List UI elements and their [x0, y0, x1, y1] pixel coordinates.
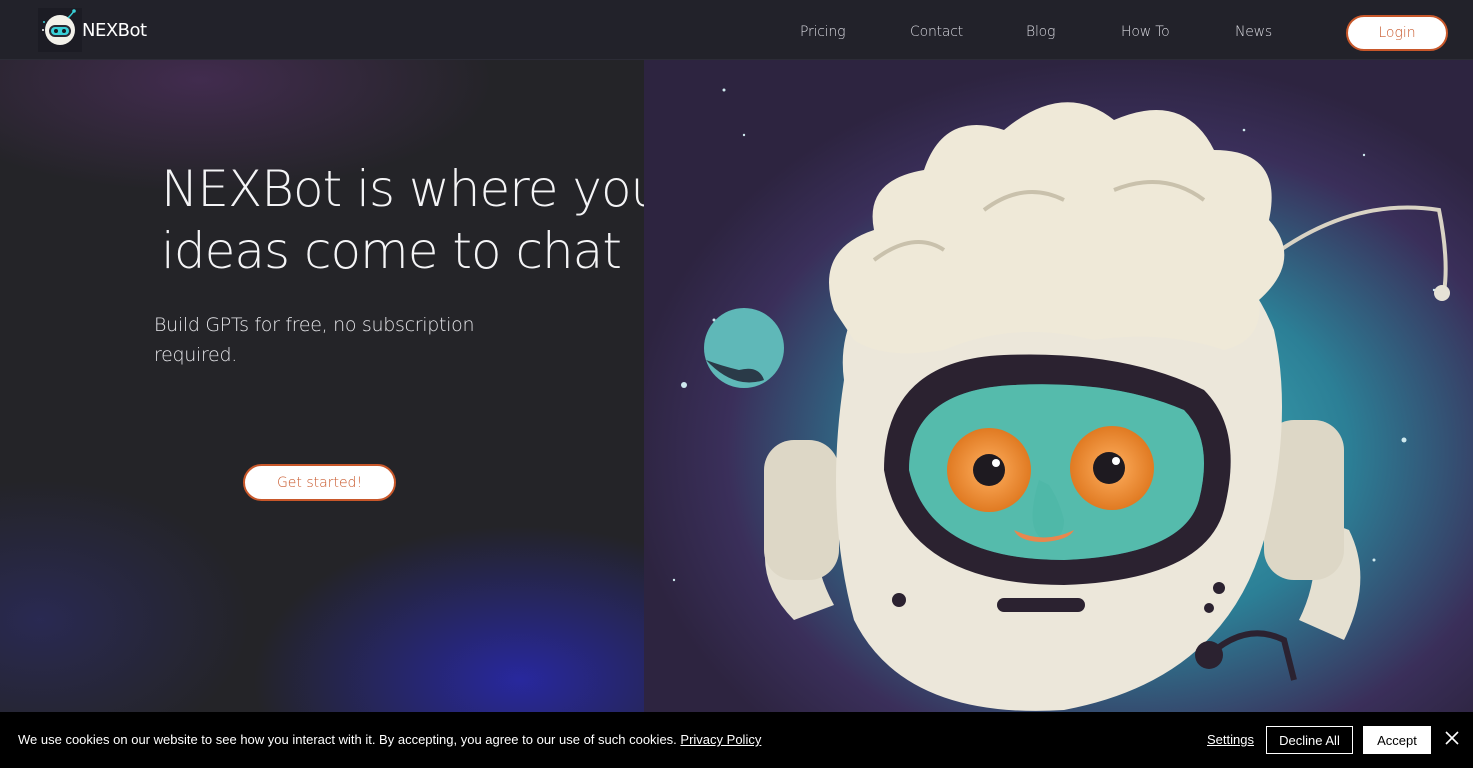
cookie-message: We use cookies on our website to see how…	[18, 732, 761, 747]
nav-pricing[interactable]: Pricing	[800, 24, 846, 40]
nav-contact[interactable]: Contact	[910, 24, 963, 40]
privacy-policy-link[interactable]: Privacy Policy	[680, 732, 761, 747]
close-icon[interactable]	[1444, 730, 1460, 746]
accept-button[interactable]: Accept	[1363, 726, 1431, 754]
cookie-settings-link[interactable]: Settings	[1207, 732, 1254, 747]
cookie-banner: We use cookies on our website to see how…	[0, 712, 1473, 768]
hero-illustration	[644, 60, 1473, 712]
decline-all-button[interactable]: Decline All	[1266, 726, 1353, 754]
nav-blog[interactable]: Blog	[1026, 24, 1055, 40]
main-nav: Pricing Contact Blog How To News	[0, 0, 1473, 60]
hero-subheadline: Build GPTs for free, no subscription req…	[154, 314, 475, 366]
get-started-button[interactable]: Get started!	[243, 464, 396, 501]
cookie-message-text: We use cookies on our website to see how…	[18, 732, 677, 747]
login-button[interactable]: Login	[1346, 15, 1448, 51]
nav-news[interactable]: News	[1235, 24, 1272, 40]
nav-how-to[interactable]: How To	[1121, 24, 1170, 40]
site-header: NEXBot Pricing Contact Blog How To News …	[0, 0, 1473, 60]
hero-text-panel: NEXBot is where your ideas come to chat …	[0, 60, 644, 712]
astronaut-robot-illustration	[644, 60, 1473, 712]
hero-headline: NEXBot is where your ideas come to chat	[161, 160, 644, 280]
